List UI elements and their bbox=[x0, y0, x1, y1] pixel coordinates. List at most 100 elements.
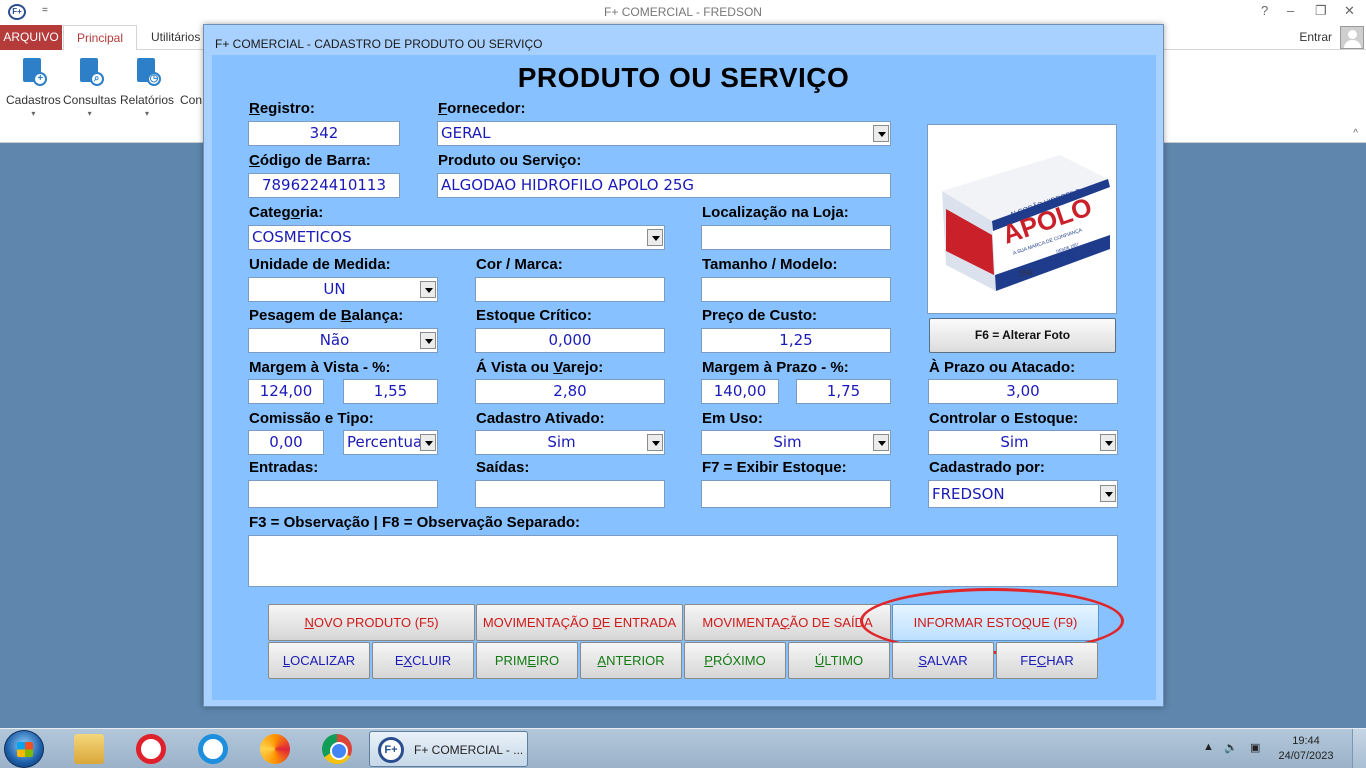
minimize-icon[interactable]: – bbox=[1287, 3, 1294, 18]
proximo-button[interactable]: PRÓXIMO bbox=[684, 642, 786, 679]
alterar-foto-button[interactable]: F6 = Alterar Foto bbox=[929, 318, 1116, 353]
a-vista-field[interactable]: 2,80 bbox=[475, 379, 665, 404]
label-margem-vista: Margem à Vista - %: bbox=[249, 359, 391, 376]
pesagem-value: Não bbox=[319, 331, 350, 349]
restore-icon[interactable]: ❐ bbox=[1315, 3, 1327, 19]
chevron-down-icon: ▾ bbox=[87, 109, 92, 118]
unidade-value: UN bbox=[323, 280, 346, 298]
clock-time: 19:44 bbox=[1292, 735, 1320, 747]
unidade-select[interactable]: UN bbox=[248, 277, 438, 302]
saidas-field[interactable] bbox=[475, 480, 665, 508]
em-uso-value: Sim bbox=[773, 433, 802, 451]
taskbar-clock[interactable]: 19:44 24/07/2023 bbox=[1276, 734, 1336, 764]
taskbar-active-window[interactable]: F+ F+ COMERCIAL - ... bbox=[369, 731, 528, 767]
chevron-down-icon: ▾ bbox=[145, 109, 150, 118]
signin-link[interactable]: Entrar bbox=[1299, 25, 1332, 50]
ribbon-consultas-button[interactable]: ⌕ Consultas ▾ bbox=[63, 56, 116, 118]
ribbon-cadastros-button[interactable]: + Cadastros ▾ bbox=[6, 56, 61, 118]
cadastro-ativado-select[interactable]: Sim bbox=[475, 430, 665, 455]
registro-field[interactable]: 342 bbox=[248, 121, 400, 146]
label-preco-custo: Preço de Custo: bbox=[702, 307, 818, 324]
volume-icon[interactable]: 🔊 bbox=[1224, 741, 1238, 754]
comissao-field[interactable]: 0,00 bbox=[248, 430, 324, 455]
ribbon-relatorios-button[interactable]: ◷ Relatórios ▾ bbox=[120, 56, 174, 118]
localizar-button[interactable]: LOCALIZAR bbox=[268, 642, 370, 679]
network-icon[interactable]: ▣ bbox=[1250, 741, 1260, 754]
start-button[interactable] bbox=[4, 730, 44, 768]
label-controlar-estoque: Controlar o Estoque: bbox=[929, 410, 1079, 427]
produto-field[interactable]: ALGODAO HIDROFILO APOLO 25G bbox=[437, 173, 891, 198]
user-avatar-icon[interactable] bbox=[1340, 26, 1364, 49]
label-em-uso: Em Uso: bbox=[702, 410, 763, 427]
chevron-down-icon[interactable] bbox=[647, 229, 663, 246]
label-pesagem: Pesagem de Balança: bbox=[249, 307, 404, 324]
preco-custo-field[interactable]: 1,25 bbox=[701, 328, 891, 353]
observacao-textarea[interactable] bbox=[248, 535, 1118, 587]
comissao-tipo-select[interactable]: Percentual bbox=[343, 430, 438, 455]
dialog-titlebar[interactable]: F+ COMERCIAL - CADASTRO DE PRODUTO OU SE… bbox=[204, 25, 1163, 55]
em-uso-select[interactable]: Sim bbox=[701, 430, 891, 455]
cor-field[interactable] bbox=[475, 277, 665, 302]
movimentacao-entrada-button[interactable]: MOVIMENTAÇÃO DE ENTRADA bbox=[476, 604, 683, 641]
exibir-estoque-field[interactable] bbox=[701, 480, 891, 508]
chevron-down-icon[interactable] bbox=[1100, 434, 1116, 451]
label-a-prazo: À Prazo ou Atacado: bbox=[929, 359, 1076, 376]
tab-principal[interactable]: Principal bbox=[63, 25, 137, 51]
controlar-estoque-select[interactable]: Sim bbox=[928, 430, 1118, 455]
file-explorer-icon[interactable] bbox=[74, 734, 104, 764]
label-cadastrado-por: Cadastrado por: bbox=[929, 459, 1045, 476]
cadastrado-por-select[interactable]: FREDSON bbox=[928, 480, 1118, 508]
novo-produto-button[interactable]: NOVO PRODUTO (F5) bbox=[268, 604, 475, 641]
label-comissao: Comissão e Tipo: bbox=[249, 410, 374, 427]
ribbon-collapse-icon[interactable]: ^ bbox=[1353, 128, 1358, 139]
fechar-button[interactable]: FECHAR bbox=[996, 642, 1098, 679]
margem-prazo-valor-field[interactable]: 1,75 bbox=[796, 379, 891, 404]
anterior-button[interactable]: ANTERIOR bbox=[580, 642, 682, 679]
estoque-critico-field[interactable]: 0,000 bbox=[475, 328, 665, 353]
entradas-field[interactable] bbox=[248, 480, 438, 508]
show-desktop-button[interactable] bbox=[1352, 729, 1366, 768]
help-icon[interactable]: ? bbox=[1261, 3, 1268, 18]
label-fornecedor: Fornecedor: bbox=[438, 100, 526, 117]
firefox-icon[interactable] bbox=[260, 734, 290, 764]
codigo-barra-field[interactable]: 7896224410113 bbox=[248, 173, 400, 198]
ribbon-config-button[interactable]: Con bbox=[180, 93, 202, 107]
margem-vista-pct-field[interactable]: 124,00 bbox=[248, 379, 324, 404]
margem-prazo-pct-field[interactable]: 140,00 bbox=[701, 379, 779, 404]
chrome-icon[interactable] bbox=[322, 734, 352, 764]
tab-utilitarios[interactable]: Utilitários bbox=[151, 25, 200, 50]
chevron-down-icon[interactable] bbox=[1100, 485, 1116, 502]
label-exibir-estoque: F7 = Exibir Estoque: bbox=[702, 459, 847, 476]
cadastro-ativado-value: Sim bbox=[547, 433, 576, 451]
categoria-select[interactable]: COSMETICOS bbox=[248, 225, 665, 250]
chevron-down-icon: ▾ bbox=[31, 109, 36, 118]
close-icon[interactable]: ✕ bbox=[1344, 3, 1355, 19]
label-unidade: Unidade de Medida: bbox=[249, 256, 391, 273]
pesagem-select[interactable]: Não bbox=[248, 328, 438, 353]
internet-explorer-icon[interactable] bbox=[198, 734, 228, 764]
label-categoria: Categoria: bbox=[249, 204, 324, 221]
taskbar: F+ F+ COMERCIAL - ... ▲ 🔊 ▣ 19:44 24/07/… bbox=[0, 728, 1366, 768]
chevron-down-icon[interactable] bbox=[873, 434, 889, 451]
a-prazo-field[interactable]: 3,00 bbox=[928, 379, 1118, 404]
ultimo-button[interactable]: ÚLTIMO bbox=[788, 642, 890, 679]
label-localizacao: Localização na Loja: bbox=[702, 204, 849, 221]
tray-expand-icon[interactable]: ▲ bbox=[1203, 741, 1214, 753]
tamanho-field[interactable] bbox=[701, 277, 891, 302]
opera-browser-icon[interactable] bbox=[136, 734, 166, 764]
chevron-down-icon[interactable] bbox=[873, 125, 889, 142]
chevron-down-icon[interactable] bbox=[420, 434, 436, 451]
tab-arquivo[interactable]: ARQUIVO bbox=[0, 25, 62, 50]
salvar-button[interactable]: SALVAR bbox=[892, 642, 994, 679]
localizacao-field[interactable] bbox=[701, 225, 891, 250]
fcomercial-app-icon: F+ bbox=[378, 737, 404, 763]
excluir-button[interactable]: EXCLUIR bbox=[372, 642, 474, 679]
primeiro-button[interactable]: PRIMEIRO bbox=[476, 642, 578, 679]
chevron-down-icon[interactable] bbox=[420, 332, 436, 349]
fornecedor-value: GERAL bbox=[441, 124, 491, 142]
fornecedor-select[interactable]: GERAL bbox=[437, 121, 891, 146]
categoria-value: COSMETICOS bbox=[252, 228, 352, 246]
chevron-down-icon[interactable] bbox=[420, 281, 436, 298]
chevron-down-icon[interactable] bbox=[647, 434, 663, 451]
margem-vista-valor-field[interactable]: 1,55 bbox=[343, 379, 438, 404]
